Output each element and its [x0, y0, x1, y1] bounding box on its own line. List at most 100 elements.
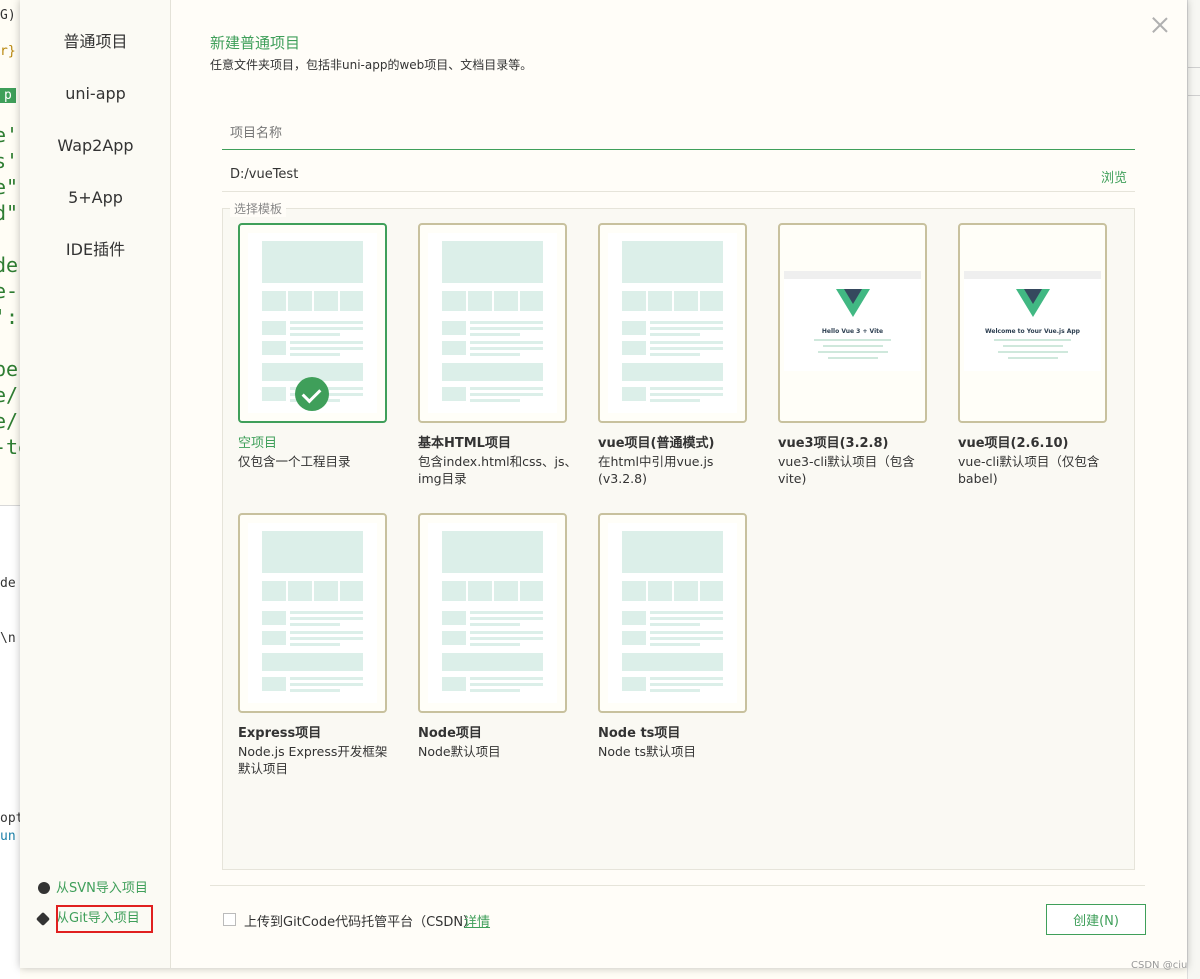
project-path-value[interactable]: D:/vueTest — [230, 167, 298, 182]
details-link[interactable]: 详情 — [464, 911, 490, 930]
wireframe-block — [262, 291, 286, 311]
template-name: Express项目 — [238, 726, 322, 741]
wireframe-block — [622, 341, 646, 355]
sidebar-item-ide-plugin[interactable]: IDE插件 — [20, 231, 171, 269]
wireframe-preview — [428, 523, 557, 703]
preview-text-line — [827, 357, 878, 359]
wireframe-block — [470, 387, 543, 390]
new-project-dialog: 普通项目 uni-app Wap2App 5+App IDE插件 从SVN导入项… — [20, 0, 1187, 968]
svn-import-label: 从SVN导入项目 — [56, 881, 148, 896]
upload-gitcode-checkbox[interactable] — [223, 913, 236, 926]
wireframe-block — [470, 689, 520, 692]
template-thumbnail[interactable] — [598, 223, 747, 423]
code-fragment: e' — [0, 123, 19, 147]
wireframe-block — [470, 623, 520, 626]
vue-preview-title: Hello Vue 3 + Vite — [821, 328, 884, 335]
wireframe-block — [262, 341, 286, 355]
git-icon — [35, 911, 51, 927]
project-name-input[interactable] — [222, 118, 1135, 150]
wireframe-block — [622, 581, 646, 601]
template-name: vue项目(2.6.10) — [958, 436, 1069, 451]
template-name: 基本HTML项目 — [418, 436, 511, 451]
wireframe-block — [442, 291, 466, 311]
editor-scrollbar[interactable] — [1187, 0, 1200, 979]
sidebar-item-normal-project[interactable]: 普通项目 — [20, 23, 171, 61]
footer-divider — [210, 885, 1145, 886]
dialog-title: 新建普通项目 — [210, 34, 301, 52]
wireframe-block — [340, 581, 363, 601]
wireframe-block — [622, 363, 723, 381]
wireframe-block — [262, 531, 363, 573]
wireframe-block — [674, 581, 698, 601]
code-fragment: ': — [0, 305, 19, 329]
wireframe-block — [290, 677, 363, 680]
wireframe-block — [290, 683, 363, 686]
template-thumbnail[interactable]: Hello Vue 3 + Vite — [778, 223, 927, 423]
wireframe-block — [650, 623, 700, 626]
wireframe-block — [674, 291, 698, 311]
wireframe-block — [470, 683, 543, 686]
browse-button[interactable]: 浏览 — [1101, 167, 1127, 186]
template-name: vue3项目(3.2.8) — [778, 436, 889, 451]
code-fragment: p — [0, 88, 16, 103]
wireframe-block — [290, 353, 340, 356]
wireframe-block — [442, 653, 543, 671]
template-thumbnail[interactable] — [238, 223, 387, 423]
template-description: vue3-cli默认项目（包含vite) — [778, 454, 915, 486]
wireframe-block — [262, 611, 286, 625]
wireframe-block — [700, 581, 723, 601]
svn-import-link[interactable]: 从SVN导入项目 — [38, 879, 148, 899]
wireframe-block — [290, 321, 363, 324]
dialog-subtitle: 任意文件夹项目，包括非uni-app的web项目、文档目录等。 — [210, 58, 533, 72]
template-thumbnail[interactable] — [238, 513, 387, 713]
sidebar-item-wap2app[interactable]: Wap2App — [20, 127, 171, 165]
template-name: Node项目 — [418, 726, 482, 741]
svn-icon — [38, 882, 50, 894]
wireframe-block — [622, 611, 646, 625]
template-description: 在html中引用vue.js (v3.2.8) — [598, 454, 714, 486]
wireframe-block — [290, 611, 363, 614]
wireframe-block — [470, 611, 543, 614]
wireframe-preview — [428, 233, 557, 413]
wireframe-block — [650, 637, 723, 640]
template-description: vue-cli默认项目（仅包含babel) — [958, 454, 1100, 486]
code-fragment: G) — [0, 8, 16, 23]
wireframe-block — [442, 321, 466, 335]
wireframe-block — [290, 643, 340, 646]
sidebar-item-uni-app[interactable]: uni-app — [20, 75, 171, 113]
wireframe-block — [470, 347, 543, 350]
wireframe-block — [262, 653, 363, 671]
wireframe-block — [314, 291, 338, 311]
code-fragment: s' — [0, 149, 19, 173]
wireframe-block — [470, 341, 543, 344]
create-button[interactable]: 创建(N) — [1046, 904, 1146, 935]
preview-text-line — [997, 351, 1068, 353]
highlight-annotation-box — [56, 905, 153, 933]
editor-console-panel: de \n opt un — [0, 505, 23, 979]
wireframe-preview — [608, 523, 737, 703]
wireframe-block — [442, 363, 543, 381]
sidebar-item-5plus-app[interactable]: 5+App — [20, 179, 171, 217]
code-fragment: d" — [0, 201, 19, 225]
template-description: 包含index.html和css、js、img目录 — [418, 454, 578, 486]
template-thumbnail[interactable] — [418, 223, 567, 423]
wireframe-block — [262, 677, 286, 691]
code-fragment: e" — [0, 175, 19, 199]
wireframe-block — [290, 333, 340, 336]
wireframe-block — [650, 353, 700, 356]
wireframe-block — [520, 291, 543, 311]
wireframe-block — [442, 611, 466, 625]
console-fragment: \n — [0, 631, 16, 646]
template-thumbnail[interactable] — [598, 513, 747, 713]
close-icon[interactable] — [1150, 15, 1170, 35]
template-thumbnail[interactable]: Welcome to Your Vue.js App — [958, 223, 1107, 423]
wireframe-block — [288, 291, 312, 311]
template-thumbnail[interactable] — [418, 513, 567, 713]
preview-text-line — [822, 345, 883, 347]
code-fragment: e/ — [0, 409, 19, 433]
template-name: 空项目 — [238, 436, 278, 451]
wireframe-block — [622, 631, 646, 645]
vue-logo-icon — [836, 289, 870, 317]
console-fragment: un — [0, 829, 16, 844]
wireframe-block — [262, 241, 363, 283]
